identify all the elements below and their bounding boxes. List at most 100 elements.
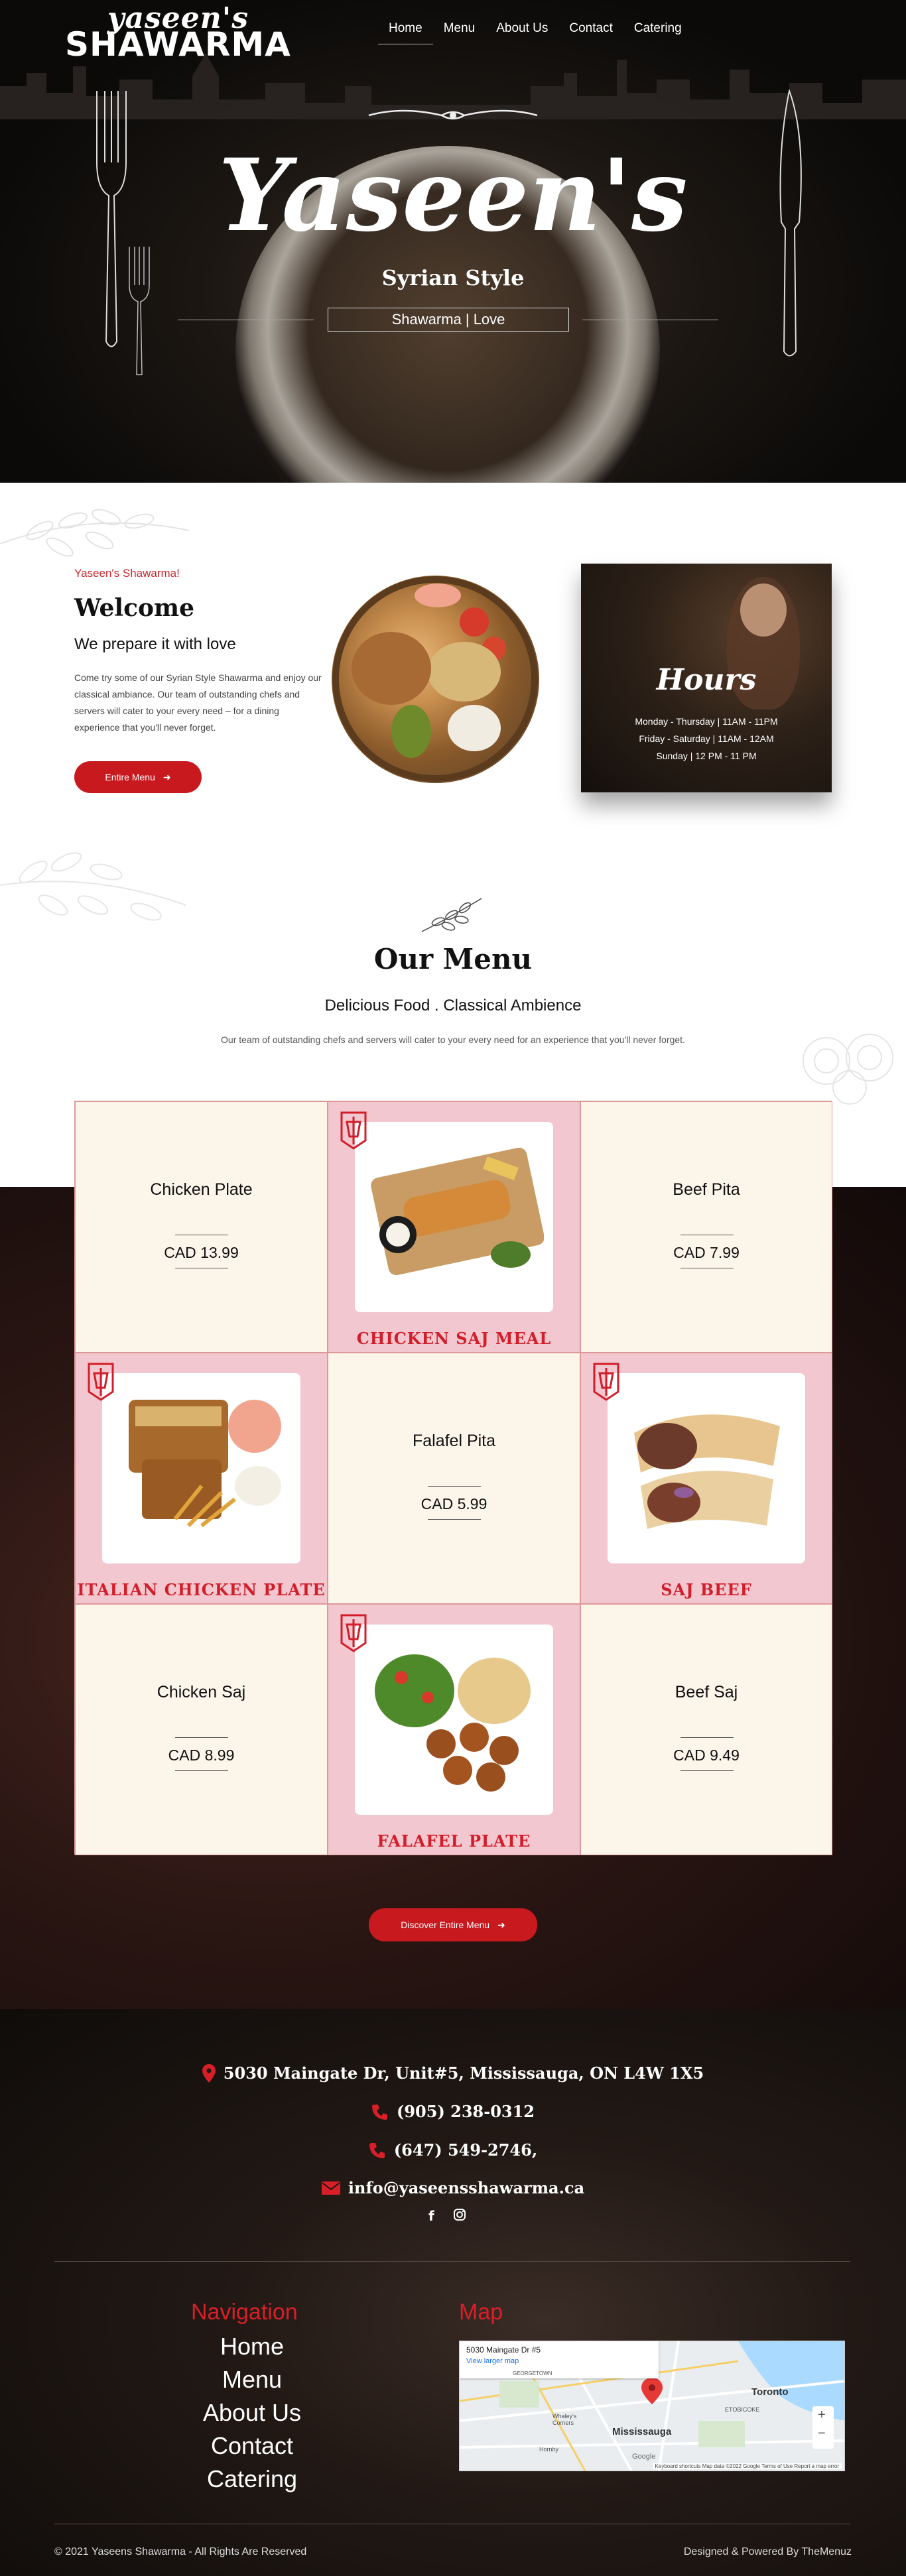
entire-menu-button[interactable]: Entire Menu ➜ [74,761,202,793]
hero-section: yaseen's SHAWARMA Home Menu About Us Con… [0,0,906,483]
footer-map-heading: Map [459,2300,503,2325]
shawarma-spit-icon [88,1363,114,1401]
map-info-card: 5030 Maingate Dr #5 View larger map [460,2341,659,2378]
nav-contact[interactable]: Contact [558,21,623,44]
footer-link-home[interactable]: Home [186,2330,318,2363]
shawarma-spit-icon [593,1363,619,1401]
saj-beef-photo [634,1414,780,1529]
arrow-right-icon: ➜ [497,1919,505,1930]
footer-navigation-heading: Navigation [191,2300,298,2325]
nav-catering[interactable]: Catering [623,21,692,44]
olive-branch-decoration [0,509,190,557]
hero-title: Yaseen's [218,137,688,254]
menu-item-price: CAD 5.99 [421,1495,487,1512]
menu-image-caption: ITALIAN CHICKEN PLATE [77,1580,326,1599]
map-view-larger-link[interactable]: View larger map [466,2357,652,2365]
menu-item-price: CAD 7.99 [673,1244,740,1261]
phone-icon [369,2142,385,2158]
footer [0,2009,906,2576]
footer-link-contact[interactable]: Contact [186,2429,318,2463]
hours-line-1: Monday - Thursday | 11AM - 11PM [635,716,778,727]
contact-phone-2[interactable]: (647) 549-2746, [0,2140,906,2160]
main-nav: Home Menu About Us Contact Catering [378,21,692,44]
contact-email[interactable]: info@yaseensshawarma.ca [0,2178,906,2197]
menu-item-price: CAD 9.49 [673,1747,740,1764]
hero-tagline: Shawarma | Love [328,308,569,332]
welcome-body: Come try some of our Syrian Style Shawar… [74,672,322,733]
menu-subtitle: Delicious Food . Classical Ambience [324,997,582,1014]
phone-icon [371,2104,387,2120]
falafel-plate-photo [375,1654,531,1792]
shawarma-platter-image [332,576,539,783]
menu-item-price: CAD 8.99 [168,1747,235,1764]
hours-card: Hours Monday - Thursday | 11AM - 11PM Fr… [581,564,832,792]
map-address: 5030 Maingate Dr #5 [466,2345,541,2355]
menu-image-caption: CHICKEN SAJ MEAL [356,1329,552,1348]
location-pin-icon [202,2063,216,2083]
tomato-sketch-decoration [803,1034,893,1105]
welcome-eyebrow: Yaseen's Shawarma! [74,567,180,580]
herb-sprig-icon [421,898,482,932]
italian-chicken-plate-photo [129,1400,281,1528]
footer-divider [54,2261,850,2262]
menu-item-name: Chicken Plate [150,1180,253,1199]
brand-logo[interactable]: yaseen's SHAWARMA [65,4,291,64]
zoom-in-button[interactable]: + [818,2408,826,2423]
map-label-etobicoke: ETOBICOKE [725,2406,760,2413]
welcome-subtitle: We prepare it with love [74,635,236,653]
menu-body: Our team of outstanding chefs and server… [221,1034,685,1045]
location-map[interactable]: 5030 Maingate Dr #5 View larger map Toro… [459,2341,845,2471]
welcome-title: Welcome [74,594,195,622]
zoom-out-button[interactable]: − [818,2426,826,2441]
map-credits: Keyboard shortcuts Map data ©2022 Google… [652,2463,842,2469]
menu-image-caption: FALAFEL PLATE [377,1831,531,1851]
shawarma-spit-icon [340,1614,367,1652]
discover-menu-button[interactable]: Discover Entire Menu ➜ [369,1908,537,1941]
menu-image-italian-chicken-plate[interactable]: ITALIAN CHICKEN PLATE [75,1353,328,1604]
menu-item-chicken-plate[interactable]: Chicken Plate CAD 13.99 [75,1101,328,1353]
menu-item-name: Chicken Saj [157,1683,246,1701]
copyright-text: © 2021 Yaseens Shawarma - All Rights Are… [54,2546,307,2557]
menu-item-name: Beef Pita [673,1180,740,1199]
map-google-logo: Google [632,2453,656,2461]
shawarma-spit-icon [340,1111,367,1150]
nav-about-us[interactable]: About Us [485,21,558,44]
map-label-georgetown: GEORGETOWN [513,2370,552,2376]
menu-grid: Chicken Plate CAD 13.99 CHICKEN SAJ MEAL… [74,1101,832,1855]
hours-line-2: Friday - Saturday | 11AM - 12AM [639,733,774,744]
nav-home[interactable]: Home [378,21,433,44]
footer-link-menu[interactable]: Menu [186,2363,318,2396]
menu-item-name: Beef Saj [675,1683,738,1701]
instagram-icon[interactable] [453,2208,466,2221]
contact-email-text: info@yaseensshawarma.ca [348,2178,585,2197]
brand-line-2: SHAWARMA [65,25,291,64]
hours-line-3: Sunday | 12 PM - 11 PM [656,751,757,761]
footer-link-catering[interactable]: Catering [186,2463,318,2496]
contact-address-text: 5030 Maingate Dr, Unit#5, Mississauga, O… [223,2063,704,2083]
arrow-right-icon: ➜ [162,771,171,782]
contact-phone-1[interactable]: (905) 238-0312 [0,2102,906,2121]
hero-subtitle: Syrian Style [381,265,525,290]
map-label-whaleys: Whaley's Corners [552,2413,577,2426]
menu-item-price: CAD 13.99 [164,1244,239,1261]
contact-address[interactable]: 5030 Maingate Dr, Unit#5, Mississauga, O… [0,2063,906,2083]
contact-phone-2-text: (647) 549-2746, [393,2140,538,2160]
menu-item-beef-saj[interactable]: Beef Saj CAD 9.49 [580,1604,832,1855]
map-label-toronto: Toronto [751,2386,789,2398]
entire-menu-label: Entire Menu [105,772,155,782]
footer-link-about-us[interactable]: About Us [186,2396,318,2429]
social-links: f [428,2208,466,2224]
menu-item-falafel-pita[interactable]: Falafel Pita CAD 5.99 [328,1353,580,1604]
facebook-icon[interactable]: f [428,2208,434,2224]
nav-menu[interactable]: Menu [433,21,486,44]
menu-image-saj-beef[interactable]: SAJ BEEF [580,1353,832,1604]
menu-image-falafel-plate[interactable]: FALAFEL PLATE [328,1604,580,1855]
menu-title: Our Menu [373,943,533,975]
envelope-icon [321,2181,340,2195]
olive-branch-decoration-2 [0,852,186,921]
menu-item-chicken-saj[interactable]: Chicken Saj CAD 8.99 [75,1604,328,1855]
menu-image-chicken-saj-meal[interactable]: CHICKEN SAJ MEAL [328,1101,580,1353]
powered-by-text[interactable]: Designed & Powered By TheMenuz [684,2546,852,2558]
menu-item-beef-pita[interactable]: Beef Pita CAD 7.99 [580,1101,832,1353]
discover-menu-label: Discover Entire Menu [401,1920,490,1930]
